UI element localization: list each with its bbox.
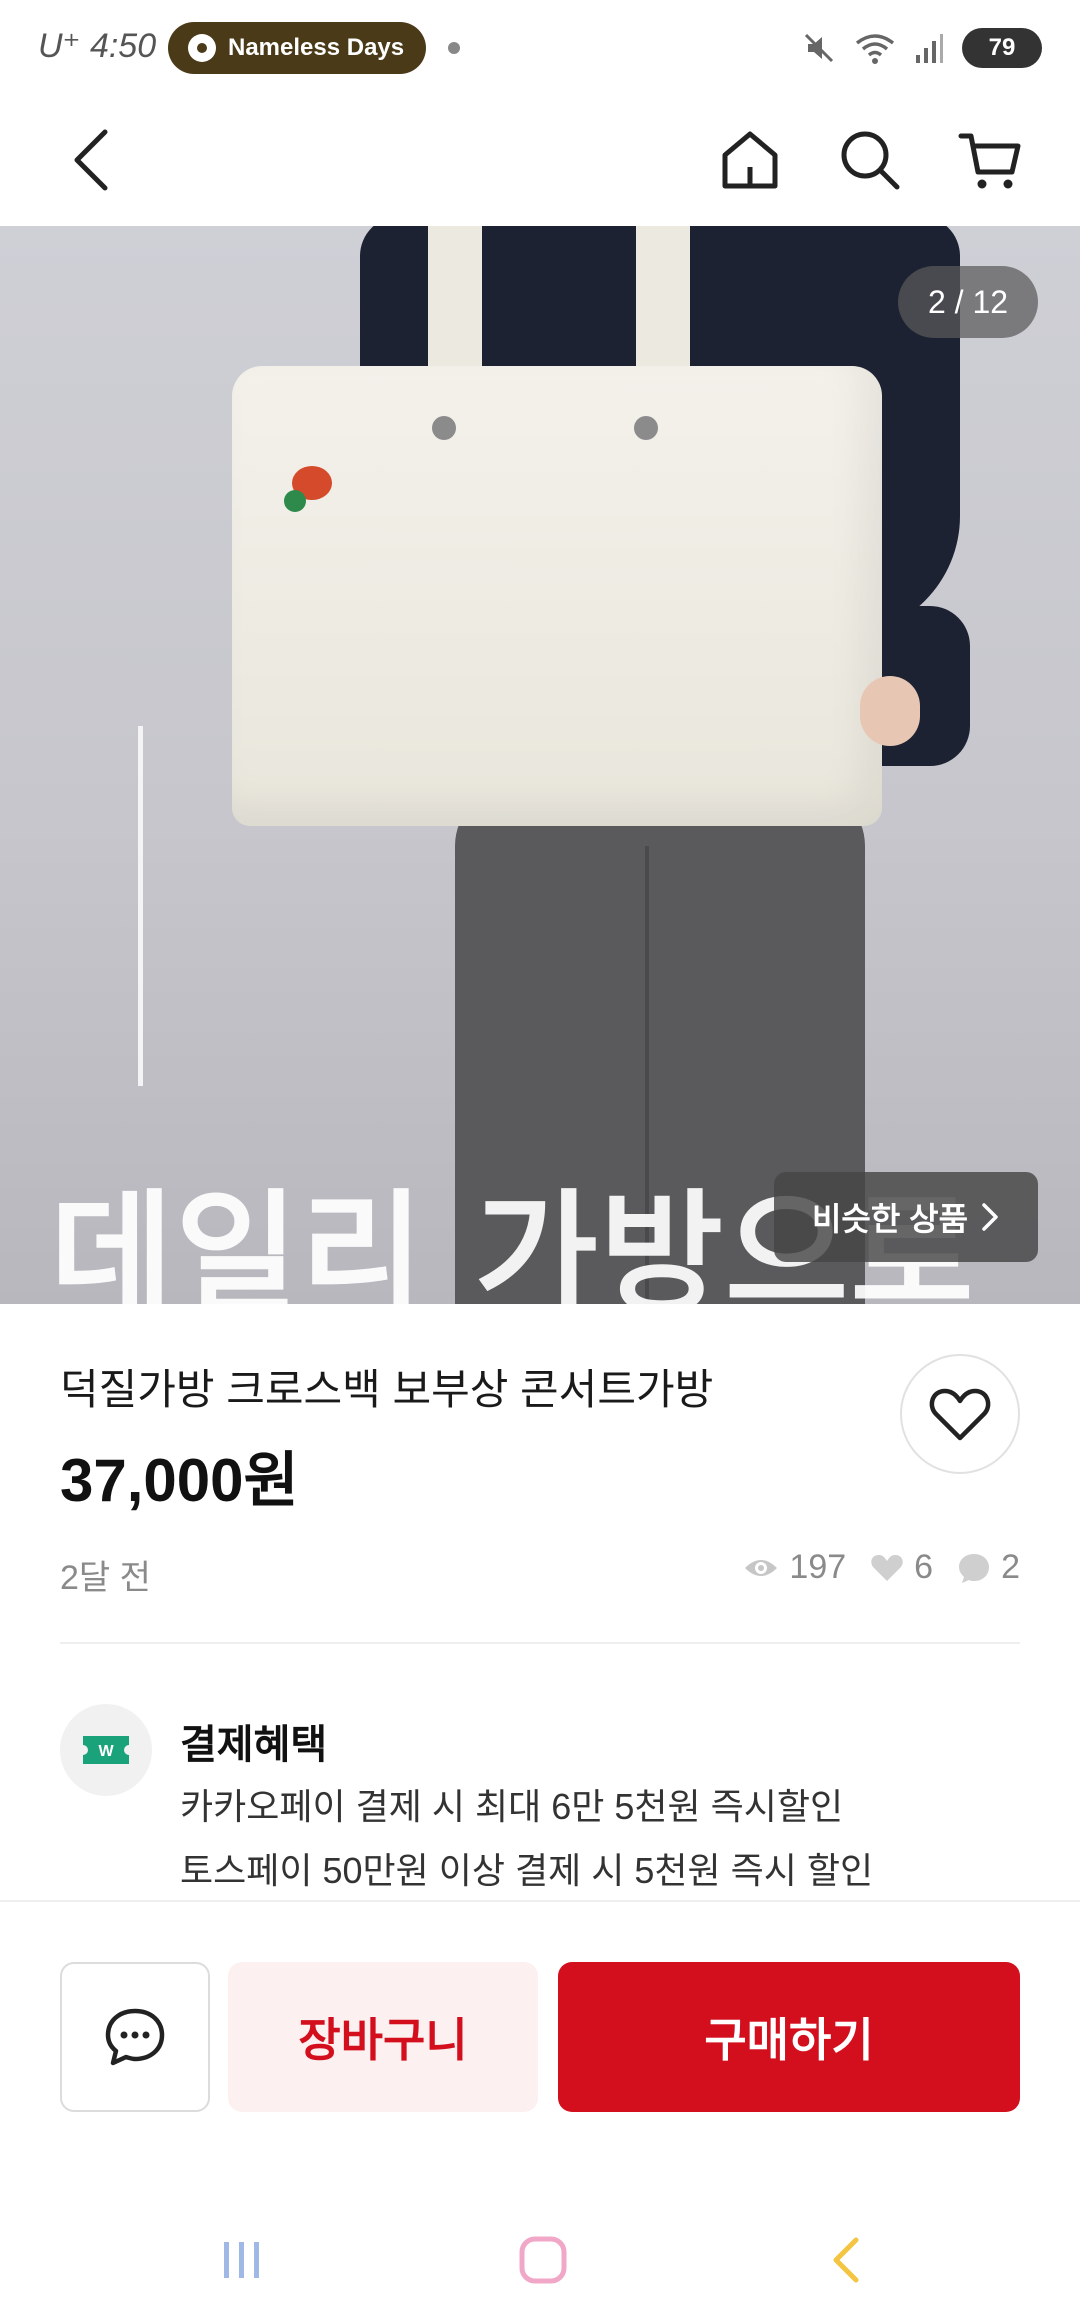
wishlist-button[interactable] [900,1354,1020,1474]
similar-products-label: 비슷한 상품 [811,1201,969,1237]
carrier-time: U⁺ 4:50 [38,27,157,65]
payment-benefit-line: 카카오페이 결제 시 최대 6만 5천원 즉시할인 [180,1786,844,1827]
battery-indicator: 79 [962,28,1042,68]
buy-now-button[interactable]: 구매하기 [558,1962,1020,2112]
payment-benefit-title: 결제혜택 [180,1723,328,1767]
recent-apps-icon [224,2242,259,2278]
chats-count: 2 [1001,1548,1020,1586]
mute-icon [804,33,834,63]
product-title: 덕질가방 크로스백 보부상 콘서트가방 [60,1366,714,1413]
product-stats: 197 6 2 [743,1548,1020,1587]
music-disc-icon [188,34,216,62]
signal-icon [916,34,943,63]
status-icons: 79 [802,26,1042,70]
chat-button[interactable] [60,1962,210,2112]
home-button[interactable] [702,112,798,208]
cart-icon [958,133,1021,189]
model-hand [860,676,920,746]
bag-snap [634,416,658,440]
system-nav-bar [0,2200,1080,2316]
home-icon [722,131,778,189]
wifi-icon [855,34,895,64]
add-to-cart-label: 장바구니 [298,2014,468,2066]
notification-dot-icon [448,42,460,54]
buy-now-label: 구매하기 [704,2014,874,2066]
status-bar: U⁺ 4:50 Nameless Days 79 [0,0,1080,96]
similar-products-button[interactable]: 비슷한 상품 [774,1172,1038,1262]
svg-text:W: W [98,1743,114,1760]
heart-filled-icon [871,1554,903,1581]
product-image-carousel[interactable]: 데일리 가방으로 2 / 12 비슷한 상품 [0,226,1080,1304]
chevron-right-icon [982,1203,998,1231]
home-system-button[interactable] [503,2220,583,2300]
cart-button[interactable] [942,112,1038,208]
won-coupon-icon: W [83,1736,129,1764]
search-button[interactable] [822,112,918,208]
search-icon [841,131,900,190]
product-price: 37,000원 [60,1447,299,1514]
section-divider [60,1642,1020,1644]
back-arrow-icon [833,2237,859,2283]
image-decoration-line [138,726,143,1086]
bag-pin [284,490,306,512]
now-playing-title: Nameless Days [228,34,405,61]
heart-icon [929,1388,991,1441]
chat-bubble-icon [959,1553,990,1583]
top-nav [0,96,1080,226]
views-count: 197 [789,1548,847,1586]
posted-time: 2달 전 [60,1559,151,1597]
likes-stat: 6 [870,1548,933,1587]
action-bar-divider [0,1900,1080,1902]
payment-benefit-line: 토스페이 50만원 이상 결제 시 5천원 즉시 할인 [180,1850,874,1891]
home-square-icon [519,2236,567,2284]
product-bag-image [232,366,882,826]
back-button[interactable] [44,112,140,208]
chat-icon [105,2008,165,2066]
likes-count: 6 [914,1548,934,1586]
now-playing-chip[interactable]: Nameless Days [168,22,427,74]
bag-snap [432,416,456,440]
chats-stat: 2 [957,1548,1020,1587]
add-to-cart-button[interactable]: 장바구니 [228,1962,538,2112]
views-stat: 197 [743,1548,846,1587]
chevron-left-icon [74,129,108,191]
recent-apps-button[interactable] [202,2220,282,2300]
battery-level: 79 [988,34,1016,61]
payment-benefit-badge: W [60,1704,152,1796]
eye-icon [745,1559,778,1576]
back-system-button[interactable] [806,2220,886,2300]
image-page-indicator: 2 / 12 [898,266,1038,338]
